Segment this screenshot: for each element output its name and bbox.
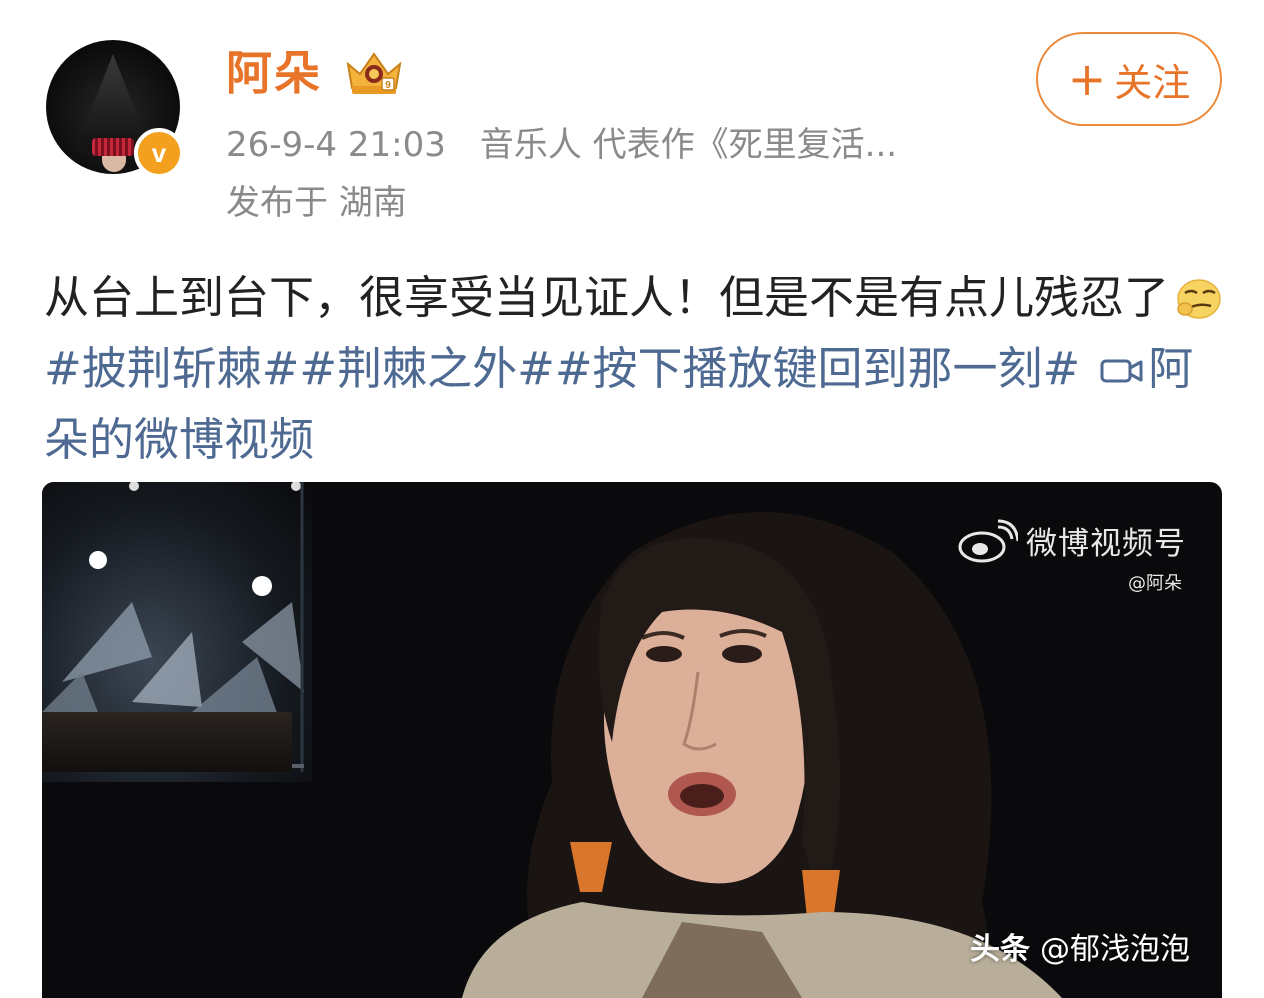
weibo-post: v 阿朵 9 26-9-4 21:03 音乐人 代表作《死里复活... 发布于 湖… <box>0 0 1264 998</box>
avatar-mask <box>92 138 134 156</box>
author-bio: 音乐人 代表作《死里复活... <box>479 125 898 165</box>
crown-icon: 9 <box>346 52 402 94</box>
toutiao-watermark: 头条 @郁浅泡泡 <box>970 924 1190 968</box>
author-name[interactable]: 阿朵 <box>226 40 322 106</box>
plus-icon: + <box>1067 52 1107 106</box>
avatar-face <box>102 156 126 172</box>
verified-badge-icon: v <box>134 128 184 178</box>
post-meta: 26-9-4 21:03 音乐人 代表作《死里复活... <box>226 120 897 170</box>
video-player[interactable]: 微博视频号 @阿朵 头条 @郁浅泡泡 <box>42 482 1222 998</box>
weibo-logo-icon <box>958 519 1018 562</box>
follow-label: 关注 <box>1114 60 1191 105</box>
smirk-emoji-icon <box>1177 279 1221 319</box>
watermark-handle: @阿朵 <box>1128 573 1182 594</box>
post-text: 从台上到台下，很享受当见证人！但是不是有点儿残忍了 <box>44 271 1170 324</box>
hashtag-pijingzhanji[interactable]: #披荆斩棘# <box>44 342 299 395</box>
follow-button[interactable]: + 关注 <box>1036 32 1222 126</box>
toutiao-handle: @郁浅泡泡 <box>1040 932 1190 967</box>
hashtag-jingjizhiwai[interactable]: #荆棘之外# <box>299 342 554 395</box>
post-location: 发布于 湖南 <box>226 183 407 223</box>
svg-text:9: 9 <box>385 80 391 91</box>
weibo-video-watermark: 微博视频号 @阿朵 <box>958 518 1186 595</box>
video-camera-icon <box>1100 359 1143 383</box>
hashtag-anxiabofangjian[interactable]: #按下播放键回到那一刻# <box>555 342 1080 395</box>
avatar-hat <box>82 54 144 150</box>
audience-image <box>42 712 292 772</box>
post-body: 从台上到台下，很享受当见证人！但是不是有点儿残忍了 #披荆斩棘##荆棘之外##按… <box>44 262 1234 475</box>
watermark-brand: 微博视频号 <box>1026 526 1186 562</box>
stage-lights-image <box>42 482 304 772</box>
post-time: 26-9-4 21:03 <box>226 125 446 165</box>
toutiao-brand: 头条 <box>970 932 1030 967</box>
